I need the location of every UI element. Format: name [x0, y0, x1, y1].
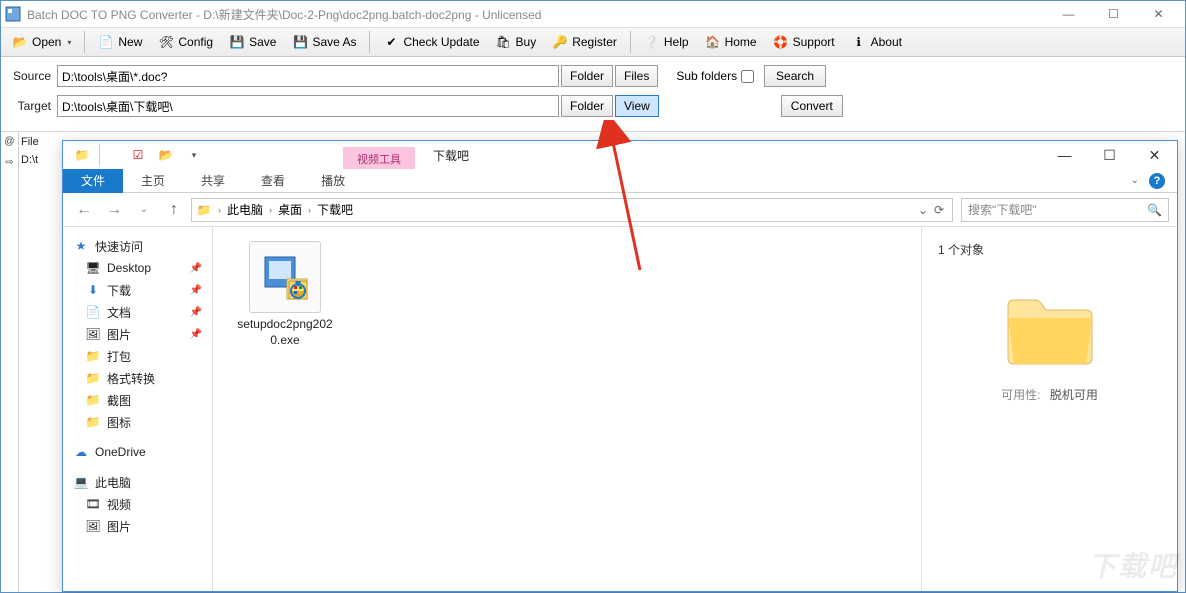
qat-properties-icon[interactable]: ☑: [127, 144, 149, 166]
installer-icon: [249, 241, 321, 313]
file-item[interactable]: setupdoc2png2020.exe: [235, 241, 335, 348]
breadcrumb-dropdown-icon[interactable]: ⌄: [918, 203, 928, 217]
breadcrumb-pc[interactable]: 此电脑: [227, 201, 263, 218]
main-titlebar: Batch DOC TO PNG Converter - D:\新建文件夹\Do…: [1, 1, 1185, 27]
ribbon-home-tab[interactable]: 主页: [123, 169, 183, 193]
availability-label: 可用性:: [1001, 388, 1040, 402]
refresh-icon[interactable]: ⟳: [934, 203, 944, 217]
search-placeholder: 搜索"下载吧": [968, 201, 1037, 218]
target-folder-button[interactable]: Folder: [561, 95, 613, 117]
nav-format[interactable]: 📁格式转换: [67, 367, 208, 389]
minimize-button[interactable]: —: [1046, 1, 1091, 27]
explorer-title: 下载吧: [433, 147, 469, 164]
target-view-button[interactable]: View: [615, 95, 659, 117]
file-name: setupdoc2png2020.exe: [235, 317, 335, 348]
nav-video[interactable]: 🎞视频: [67, 493, 208, 515]
left-strip: @ ⇨: [1, 132, 19, 592]
config-button[interactable]: 🛠Config: [151, 30, 220, 54]
support-button[interactable]: 🛟Support: [766, 30, 842, 54]
ribbon-share-tab[interactable]: 共享: [183, 169, 243, 193]
explorer-window: 📁 ☑ 📂 ▾ 视频工具 下载吧 — ☐ ✕ 文件 主页 共享 查看 播放 ⌄ …: [62, 140, 1178, 592]
new-button[interactable]: 📄New: [91, 30, 149, 54]
about-button[interactable]: ℹAbout: [844, 30, 909, 54]
app-icon: [5, 6, 21, 22]
nav-pane: ★快速访问 🖥Desktop📌 ⬇下载📌 📄文档📌 🖼图片📌 📁打包 📁格式转换…: [63, 227, 213, 591]
nav-back-button[interactable]: ←: [71, 197, 97, 223]
search-input[interactable]: 搜索"下载吧" 🔍: [961, 198, 1169, 222]
save-button[interactable]: 💾Save: [222, 30, 283, 54]
source-folder-button[interactable]: Folder: [561, 65, 613, 87]
home-button[interactable]: 🏠Home: [698, 30, 764, 54]
nav-pictures2[interactable]: 🖼图片: [67, 515, 208, 537]
subfolders-checkbox[interactable]: Sub folders: [676, 69, 754, 83]
maximize-button[interactable]: ☐: [1091, 1, 1136, 27]
window-title: Batch DOC TO PNG Converter - D:\新建文件夹\Do…: [27, 6, 541, 23]
qat-folder-icon[interactable]: 📁: [71, 144, 93, 166]
target-label: Target: [11, 99, 51, 113]
nav-documents[interactable]: 📄文档📌: [67, 301, 208, 323]
nav-up-button[interactable]: ↑: [161, 197, 187, 223]
exp-close-button[interactable]: ✕: [1132, 141, 1177, 169]
nav-quick-access[interactable]: ★快速访问: [67, 235, 208, 257]
contextual-tab-label: 视频工具: [343, 147, 415, 169]
folder-large-icon: [1002, 290, 1098, 368]
convert-button[interactable]: Convert: [781, 95, 843, 117]
file-list-header: File D:\t: [19, 132, 59, 592]
breadcrumb-desktop[interactable]: 桌面: [278, 201, 302, 218]
search-button[interactable]: Search: [764, 65, 826, 87]
nav-pictures[interactable]: 🖼图片📌: [67, 323, 208, 345]
check-update-button[interactable]: ✔Check Update: [376, 30, 486, 54]
exp-minimize-button[interactable]: —: [1042, 141, 1087, 169]
nav-icons[interactable]: 📁图标: [67, 411, 208, 433]
target-input[interactable]: [57, 95, 559, 117]
source-label: Source: [11, 69, 51, 83]
nav-downloads[interactable]: ⬇下载📌: [67, 279, 208, 301]
nav-recent-dropdown[interactable]: ⌄: [131, 197, 157, 223]
search-icon: 🔍: [1147, 203, 1162, 217]
files-area[interactable]: setupdoc2png2020.exe: [213, 227, 921, 591]
object-count: 1 个对象: [934, 241, 1165, 258]
source-files-button[interactable]: Files: [615, 65, 658, 87]
ribbon-view-tab[interactable]: 查看: [243, 169, 303, 193]
nav-pack[interactable]: 📁打包: [67, 345, 208, 367]
close-button[interactable]: ✕: [1136, 1, 1181, 27]
nav-forward-button[interactable]: →: [101, 197, 127, 223]
nav-desktop[interactable]: 🖥Desktop📌: [67, 257, 208, 279]
ribbon-expand-icon[interactable]: ⌄: [1131, 175, 1139, 186]
nav-onedrive[interactable]: ☁OneDrive: [67, 441, 208, 463]
nav-screenshot[interactable]: 📁截图: [67, 389, 208, 411]
qat-open-icon[interactable]: 📂: [155, 144, 177, 166]
availability-value: 脱机可用: [1050, 388, 1098, 402]
buy-button[interactable]: 🛍Buy: [489, 30, 544, 54]
breadcrumb[interactable]: 📁 › 此电脑 › 桌面 › 下载吧 ⌄ ⟳: [191, 198, 953, 222]
source-input[interactable]: [57, 65, 559, 87]
main-toolbar: 📂Open▾ 📄New 🛠Config 💾Save 💾Save As ✔Chec…: [1, 27, 1185, 57]
help-button[interactable]: ❔Help: [637, 30, 696, 54]
details-pane: 1 个对象 可用性: 脱机可用: [921, 227, 1177, 591]
open-button[interactable]: 📂Open▾: [5, 30, 78, 54]
exp-maximize-button[interactable]: ☐: [1087, 141, 1132, 169]
qat-dropdown-icon[interactable]: ▾: [183, 144, 205, 166]
register-button[interactable]: 🔑Register: [545, 30, 624, 54]
breadcrumb-folder[interactable]: 下载吧: [317, 201, 353, 218]
saveas-button[interactable]: 💾Save As: [285, 30, 363, 54]
ribbon-file-tab[interactable]: 文件: [63, 169, 123, 193]
folder-icon: 📁: [196, 202, 212, 218]
ribbon-play-tab[interactable]: 播放: [303, 169, 363, 193]
help-icon[interactable]: ?: [1149, 173, 1165, 189]
nav-thispc[interactable]: 💻此电脑: [67, 471, 208, 493]
